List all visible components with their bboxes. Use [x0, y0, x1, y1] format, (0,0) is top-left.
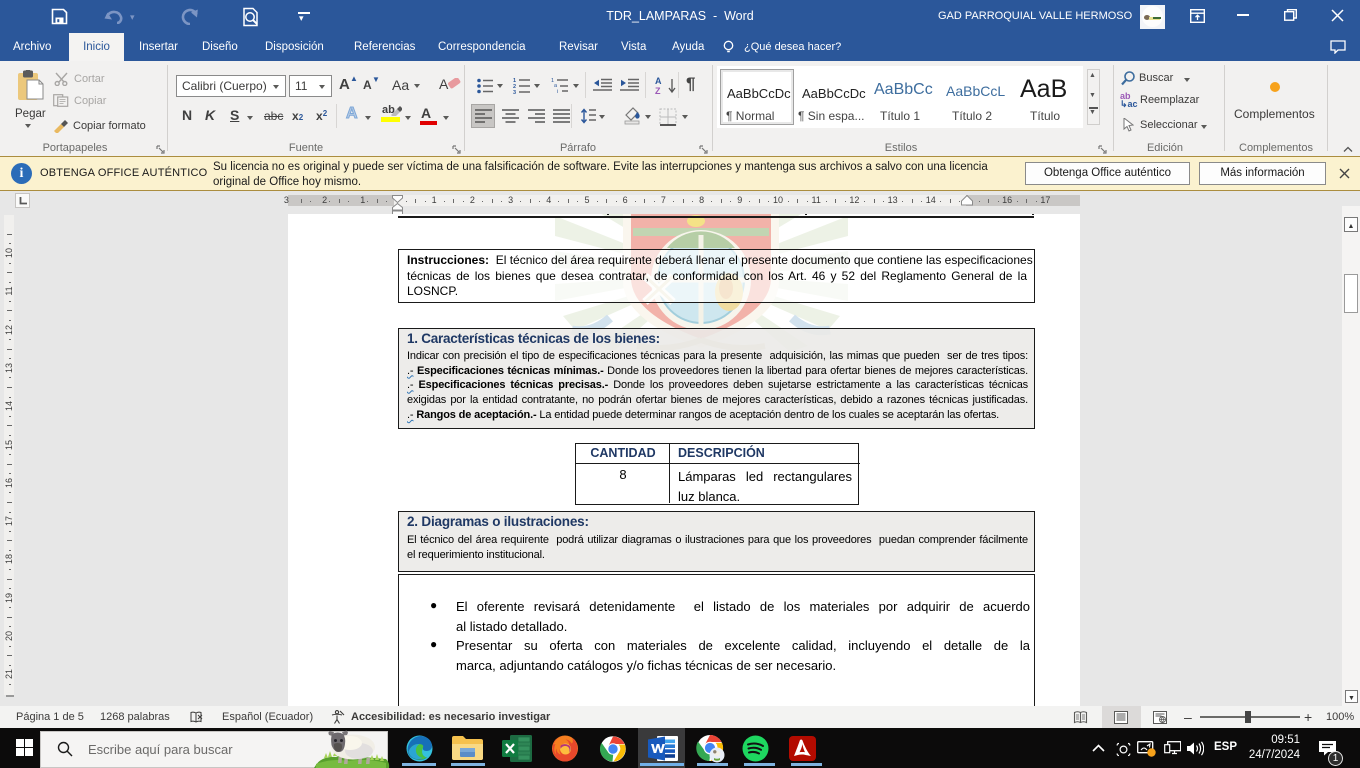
svg-text:3: 3 — [513, 90, 516, 94]
svg-text:i: i — [557, 89, 558, 94]
